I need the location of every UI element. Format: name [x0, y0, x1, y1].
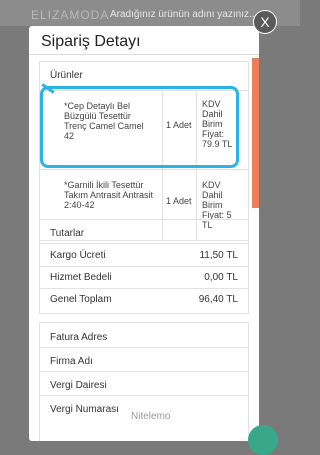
- summary-label: Genel Toplam: [50, 294, 112, 305]
- summary-value: 11,50 TL: [199, 250, 238, 261]
- divider: [40, 347, 248, 348]
- billing-field-label: Vergi Numarası: [50, 404, 119, 415]
- divider: [40, 243, 248, 244]
- divider: [40, 266, 248, 267]
- chat-fab-icon[interactable]: [248, 425, 278, 455]
- divider: [40, 371, 248, 372]
- modal-title: Sipariş Detayı: [41, 33, 141, 50]
- billing-field-label: Firma Adı: [50, 356, 93, 367]
- divider: [40, 169, 248, 170]
- products-header: Ürünler: [50, 70, 83, 81]
- summary-value: 0,00 TL: [204, 272, 238, 283]
- product-name: *Garnili İkili Tesettür Takım Antrasit A…: [64, 180, 154, 210]
- totals-header: Tutarlar: [50, 228, 85, 239]
- highlight-annotation: [40, 86, 239, 168]
- divider: [40, 395, 248, 396]
- summary-label: Hizmet Bedeli: [50, 272, 112, 283]
- divider: [29, 54, 259, 55]
- product-qty: 1 Adet: [166, 196, 192, 206]
- search-input[interactable]: Aradığınız ürünün adını yazınız...: [110, 9, 257, 20]
- summary-value: 96,40 TL: [198, 294, 238, 305]
- scroll-indicator[interactable]: [252, 58, 259, 208]
- divider: [40, 288, 248, 289]
- close-icon[interactable]: X: [253, 10, 277, 34]
- brand-logo[interactable]: ELIZAMODA: [31, 8, 109, 22]
- totals-card: Tutarlar Kargo Ücreti 11,50 TL Hizmet Be…: [39, 219, 249, 314]
- billing-field-label: Fatura Adres: [50, 332, 108, 343]
- billing-card: Fatura Adres Firma Adı Vergi Dairesi Ver…: [39, 322, 249, 441]
- watermark: Nitelemo: [131, 411, 171, 422]
- summary-label: Kargo Ücreti: [50, 250, 106, 261]
- billing-field-label: Vergi Dairesi: [50, 380, 107, 391]
- order-detail-modal: Sipariş Detayı Ürünler *Cep Detaylı Bel …: [29, 26, 259, 441]
